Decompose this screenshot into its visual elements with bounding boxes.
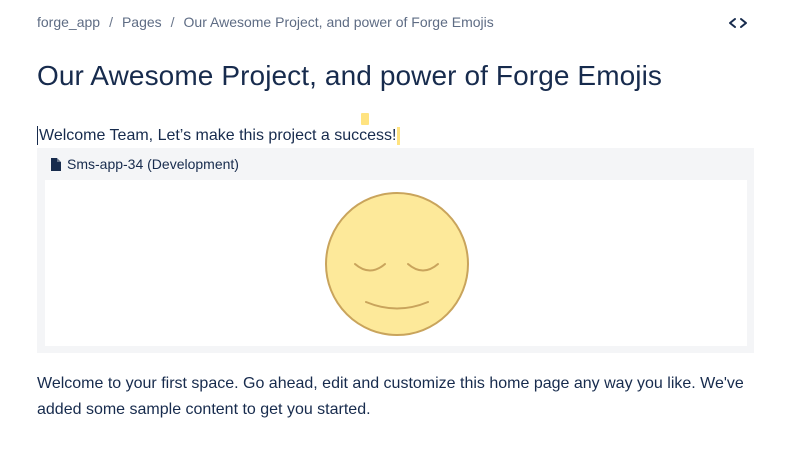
selection-marker [397, 126, 401, 145]
macro-title: Sms-app-34 (Development) [67, 156, 239, 172]
macro-header: Sms-app-34 (Development) [51, 156, 239, 172]
page-title: Our Awesome Project, and power of Forge … [37, 60, 663, 91]
forge-macro[interactable]: Sms-app-34 (Development) [37, 148, 754, 353]
breadcrumb-space-link[interactable]: forge_app [37, 14, 100, 30]
macro-body [45, 180, 747, 346]
text-cursor [37, 126, 38, 145]
intro-paragraph[interactable]: Welcome to your first space. Go ahead, e… [37, 371, 777, 423]
breadcrumb-separator: / [170, 14, 175, 30]
breadcrumb: forge_app / Pages / Our Awesome Project,… [37, 14, 494, 30]
breadcrumb-page-link[interactable]: Our Awesome Project, and power of Forge … [184, 14, 494, 30]
breadcrumb-separator: / [109, 14, 113, 30]
breadcrumb-pages-link[interactable]: Pages [122, 14, 162, 30]
welcome-text: Welcome Team, Let’s make this project a … [39, 126, 397, 144]
expand-width-icon [729, 18, 747, 28]
drag-handle[interactable] [361, 113, 369, 125]
document-icon [51, 157, 61, 171]
welcome-paragraph[interactable]: Welcome Team, Let’s make this project a … [37, 126, 401, 145]
expand-width-button[interactable] [727, 13, 749, 33]
relieved-face-emoji [325, 192, 469, 336]
